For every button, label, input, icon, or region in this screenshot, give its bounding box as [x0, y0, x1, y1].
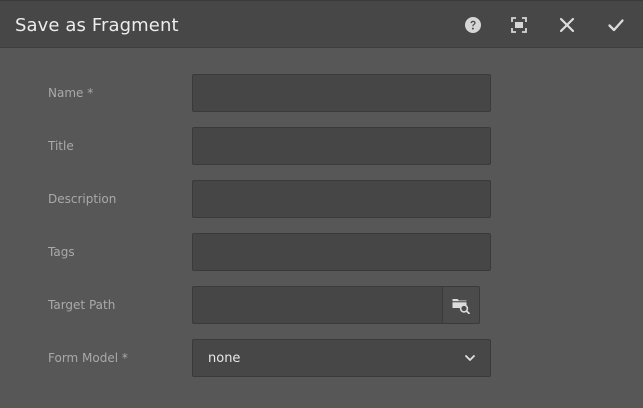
target-path-row: Target Path: [0, 286, 643, 324]
browse-path-button[interactable]: [442, 286, 480, 324]
fullscreen-button[interactable]: [505, 11, 533, 39]
title-input[interactable]: [192, 127, 491, 165]
tags-row: Tags: [0, 233, 643, 271]
save-as-fragment-dialog: Save as Fragment Name * Title Descriptio…: [0, 0, 643, 408]
description-input[interactable]: [192, 180, 491, 218]
name-input[interactable]: [192, 74, 491, 112]
folder-search-icon: [452, 299, 470, 314]
tags-input[interactable]: [192, 233, 491, 271]
target-path-label: Target Path: [48, 298, 116, 312]
target-path-input[interactable]: [192, 286, 443, 324]
dialog-title: Save as Fragment: [15, 15, 179, 36]
title-row: Title: [0, 127, 643, 165]
chevron-down-icon: [465, 355, 475, 361]
tags-label: Tags: [48, 245, 75, 259]
fullscreen-icon: [511, 17, 527, 33]
name-label: Name *: [48, 86, 94, 100]
help-icon: [465, 17, 481, 33]
done-button[interactable]: [602, 11, 630, 39]
dialog-header: Save as Fragment: [0, 0, 643, 48]
close-button[interactable]: [553, 11, 581, 39]
description-label: Description: [48, 192, 117, 206]
form-model-label: Form Model *: [48, 351, 128, 365]
name-row: Name *: [0, 74, 643, 112]
form-model-selected-value: none: [208, 351, 241, 366]
help-button[interactable]: [459, 11, 487, 39]
checkmark-icon: [608, 19, 624, 32]
title-label: Title: [48, 139, 74, 153]
form-model-row: Form Model * none: [0, 339, 643, 377]
form-model-select[interactable]: none: [192, 339, 491, 377]
description-row: Description: [0, 180, 643, 218]
close-icon: [559, 17, 575, 33]
